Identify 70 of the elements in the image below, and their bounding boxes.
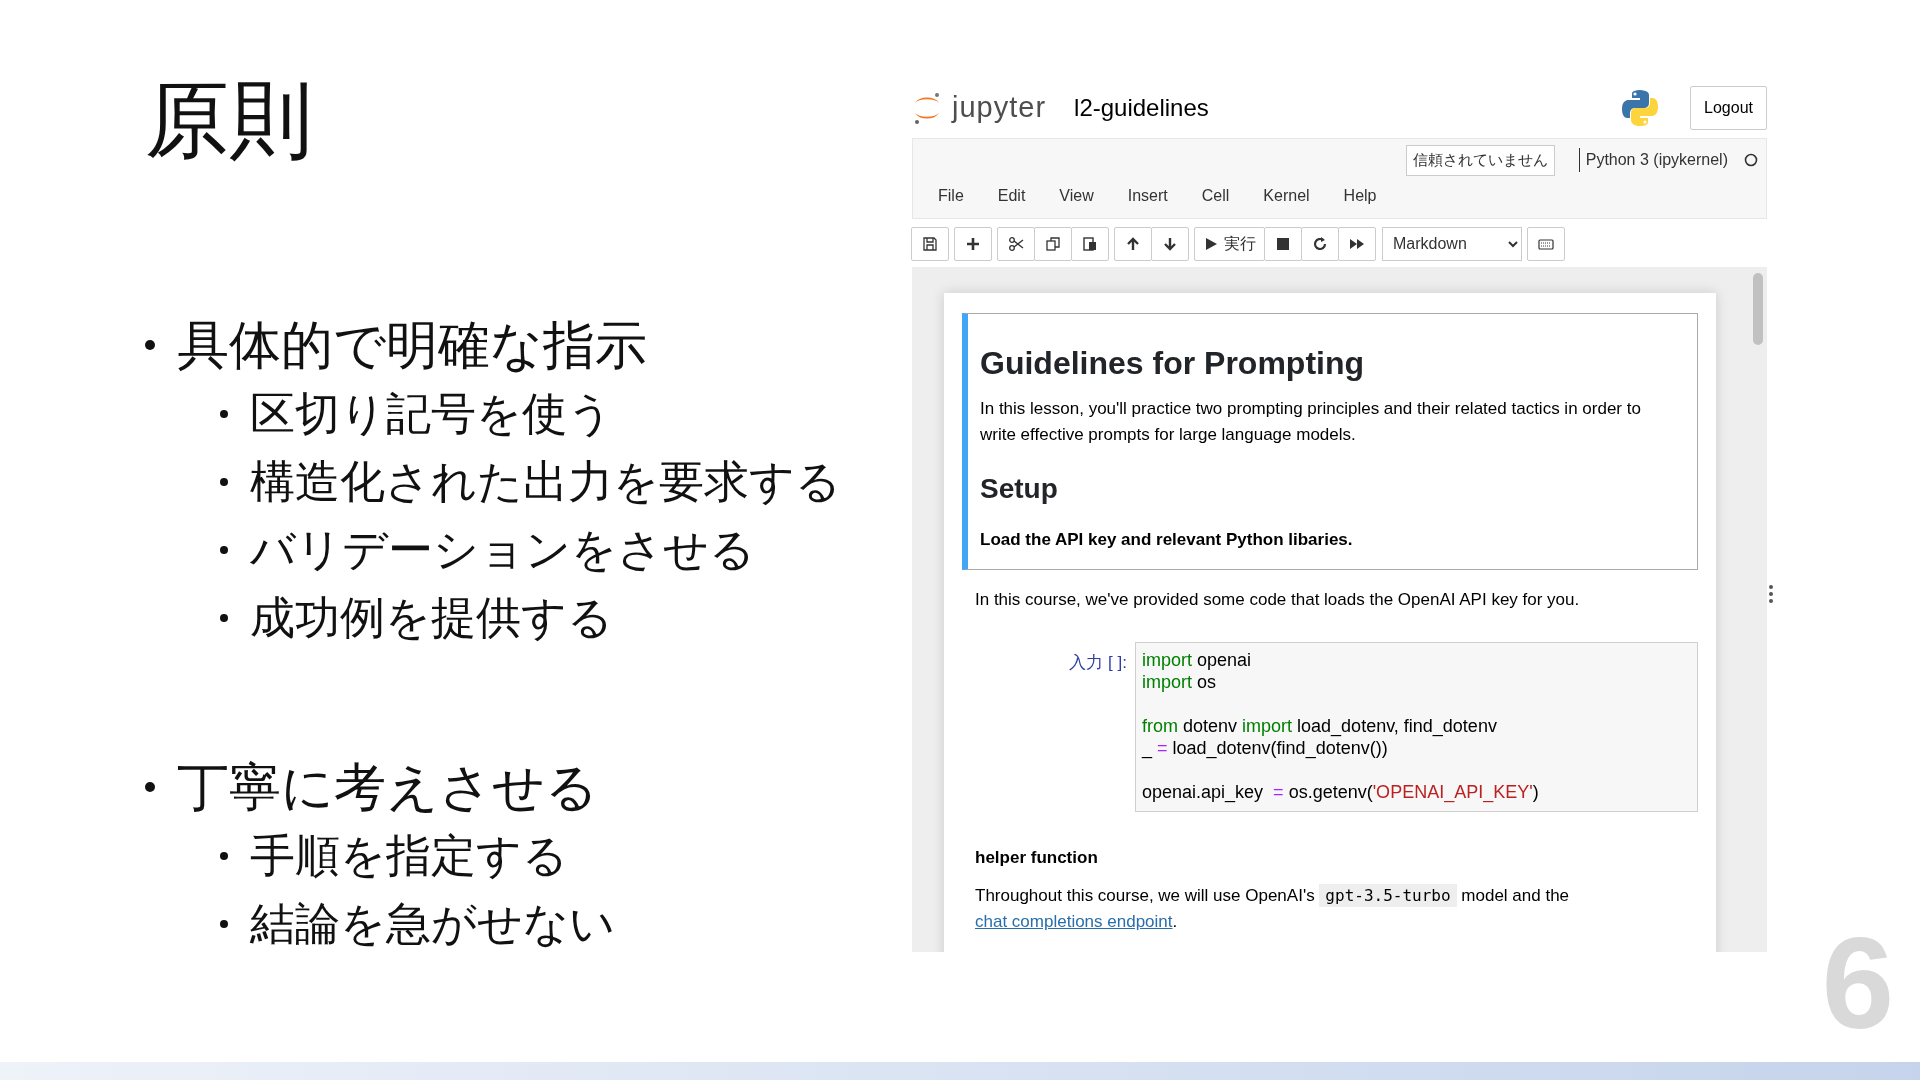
heading: Setup: [980, 471, 1059, 506]
bullet-icon: [220, 614, 228, 622]
bullet-text: バリデーションをさせる: [250, 523, 755, 577]
bullet-text: 手順を指定する: [250, 829, 568, 883]
cell-type-dropdown[interactable]: Markdown: [1382, 226, 1522, 261]
jupyter-logo-text: jupyter: [952, 90, 1047, 126]
bullet-icon: [220, 852, 228, 860]
scissors-icon: [1008, 235, 1024, 252]
arrow-up-button[interactable]: [1114, 226, 1152, 261]
markdown-cell[interactable]: In this course, we've provided some code that loads the OpenAI API key for you.: [962, 578, 1698, 631]
bullet-text: 結論を急がせない: [250, 897, 615, 951]
bullet-text: 丁寧に考えさせる: [177, 757, 598, 818]
paste-button[interactable]: [1071, 226, 1109, 261]
scissors-button[interactable]: [997, 226, 1035, 261]
restart-icon: [1312, 235, 1328, 252]
bullet-text: 構造化された出力を要求する: [250, 455, 841, 509]
bullet-icon: [220, 920, 228, 928]
link[interactable]: chat completions endpoint: [975, 912, 1173, 932]
play-icon: [1203, 235, 1219, 252]
kernel-status-icon: [1744, 153, 1758, 168]
menu-item[interactable]: Edit: [980, 179, 1043, 212]
paragraph: Throughout this course, we will use OpenAI's gpt-3.5-turbo model and the chat completions endpoint.: [975, 883, 1571, 934]
bullet-icon: [220, 410, 228, 418]
plus-button[interactable]: [954, 226, 992, 261]
kernel-name[interactable]: Python 3 (ipykernel): [1578, 148, 1728, 173]
menu-item[interactable]: Kernel: [1246, 179, 1327, 212]
bullet-icon: [145, 782, 155, 792]
menu-item[interactable]: Cell: [1184, 179, 1247, 212]
logout-button[interactable]: Logout: [1690, 86, 1767, 130]
bullet-text: 成功例を提供する: [250, 591, 613, 645]
arrow-down-button[interactable]: [1151, 226, 1189, 261]
arrow-down-icon: [1162, 235, 1178, 252]
save-button[interactable]: [911, 226, 949, 261]
bullet-text: 区切り記号を使う: [250, 387, 613, 441]
trust-indicator[interactable]: 信頼されていません: [1405, 145, 1555, 176]
play-button[interactable]: 実行: [1194, 226, 1265, 261]
drag-handle-icon[interactable]: [1768, 584, 1774, 604]
bullet-icon: [220, 478, 228, 486]
restart-button[interactable]: [1301, 226, 1339, 261]
menu-item[interactable]: File: [921, 179, 981, 212]
copy-icon: [1045, 235, 1061, 252]
heading: Guidelines for Prompting: [980, 343, 1365, 382]
bullet-icon: [220, 546, 228, 554]
notebook-title[interactable]: l2-guidelines: [1074, 90, 1209, 126]
markdown-cell[interactable]: [962, 312, 1698, 571]
plus-icon: [965, 235, 981, 252]
bold-label: Load the API key and relevant Python libaries.: [980, 529, 1354, 552]
bullet-icon: [145, 340, 155, 350]
stop-icon: [1275, 235, 1291, 252]
copy-button[interactable]: [1034, 226, 1072, 261]
python-logo-icon: [1620, 88, 1661, 128]
bullet-text: 具体的で明確な指示: [177, 315, 647, 376]
menu-item[interactable]: Help: [1326, 179, 1394, 212]
paste-icon: [1082, 235, 1098, 252]
jupyter-logo-icon: [912, 91, 942, 125]
slide-title: 原則: [145, 78, 314, 162]
paragraph: In this lesson, you'll practice two prompting principles and their related tactics in order to write effective prompts for large language models.: [980, 397, 1642, 446]
code-editor[interactable]: import openai import os from dotenv import load_dotenv, find_dotenv _ = load_dotenv(find_dotenv()) openai.api_key = os.getenv('OPENAI_API_KEY'): [1135, 642, 1698, 813]
scrollbar-thumb[interactable]: [1753, 272, 1763, 345]
save-icon: [922, 235, 938, 252]
menu-item[interactable]: View: [1042, 179, 1111, 212]
bold-label: helper function: [975, 847, 1099, 870]
menu-item[interactable]: Insert: [1110, 179, 1185, 212]
markdown-cell[interactable]: helper function Throughout this course, we will use OpenAI's gpt-3.5-turbo model and the chat completions endpoint.: [962, 836, 1698, 952]
keyboard-button[interactable]: [1527, 226, 1565, 261]
fast-forward-button[interactable]: [1338, 226, 1376, 261]
input-prompt: 入力 [ ]:: [1068, 652, 1127, 675]
stop-button[interactable]: [1264, 226, 1302, 261]
arrow-up-icon: [1125, 235, 1141, 252]
paragraph: In this course, we've provided some code that loads the OpenAI API key for you.: [975, 589, 1581, 612]
